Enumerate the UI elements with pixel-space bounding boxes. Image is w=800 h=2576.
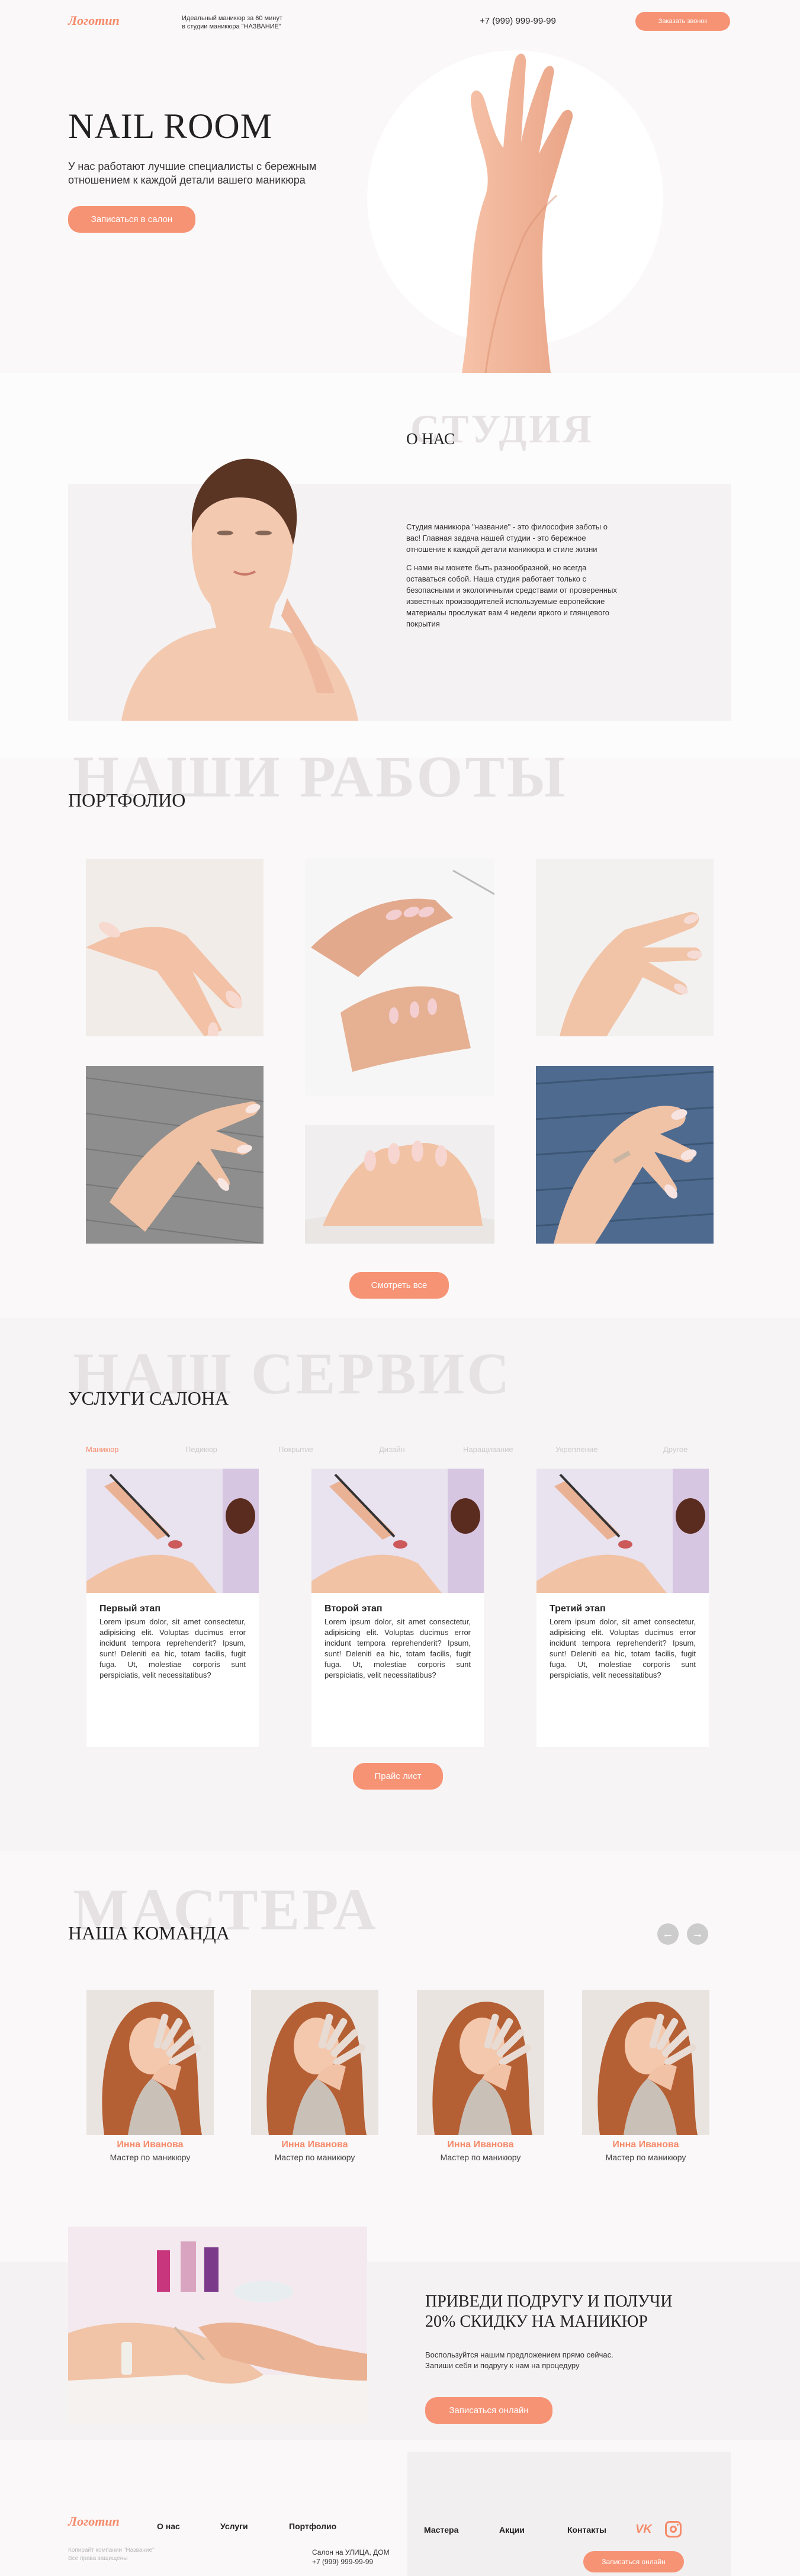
promo-title: ПРИВЕДИ ПОДРУГУ И ПОЛУЧИ 20% СКИДКУ НА М… bbox=[425, 2292, 672, 2332]
master-name: Инна Иванова bbox=[281, 2140, 348, 2150]
call-button[interactable]: Заказать звонок bbox=[635, 12, 730, 31]
about-woman-image bbox=[121, 444, 358, 721]
footer-copyright-line-1: Копирайт компании "Название" bbox=[68, 2547, 155, 2553]
team-next-arrow[interactable]: → bbox=[687, 1923, 708, 1945]
footer-nav-masters[interactable]: Мастера bbox=[424, 2525, 458, 2535]
instagram-icon[interactable] bbox=[665, 2521, 682, 2538]
footer-nav-services[interactable]: Услуги bbox=[220, 2522, 248, 2531]
service-card-title: Первый этап bbox=[99, 1604, 160, 1614]
tab-manicure[interactable]: Маникюр bbox=[86, 1445, 118, 1454]
footer-nav-contacts[interactable]: Контакты bbox=[567, 2525, 606, 2535]
footer-address-block: Салон на УЛИЦА, ДОМ +7 (999) 999-99-99 bbox=[312, 2548, 390, 2567]
service-card-image bbox=[311, 1469, 484, 1593]
service-card-1: Первый этап Lorem ipsum dolor, sit amet … bbox=[86, 1469, 259, 1747]
service-card-2: Второй этап Lorem ipsum dolor, sit amet … bbox=[311, 1469, 484, 1747]
master-card-3[interactable]: Инна Иванова Мастер по маникюру bbox=[417, 1990, 544, 2162]
master-photo bbox=[86, 1990, 214, 2135]
service-card-text: Lorem ipsum dolor, sit amet consectetur,… bbox=[550, 1617, 696, 1679]
promo-text-line-2: Запиши себя и подругу к нам на процедуру bbox=[425, 2361, 580, 2370]
promo-text: Воспользуйтся нашим предложением прямо с… bbox=[425, 2350, 613, 2371]
portfolio-image-4[interactable] bbox=[86, 1066, 264, 1244]
master-name: Инна Иванова bbox=[612, 2140, 679, 2150]
service-card-image bbox=[536, 1469, 709, 1593]
about-paragraph-1: Студия маникюра "название" - это философ… bbox=[406, 522, 608, 554]
master-role: Мастер по маникюру bbox=[605, 2153, 686, 2162]
price-list-button[interactable]: Прайс лист bbox=[353, 1763, 443, 1790]
promo-image bbox=[68, 2227, 367, 2425]
master-name: Инна Иванова bbox=[447, 2140, 514, 2150]
promo-title-line-2: 20% СКИДКУ НА МАНИКЮР bbox=[425, 2312, 648, 2331]
service-card-text: Lorem ipsum dolor, sit amet consectetur,… bbox=[99, 1617, 246, 1679]
hero-subtitle: У нас работают лучшие специалисты с бере… bbox=[68, 160, 316, 187]
master-role: Мастер по маникюру bbox=[274, 2153, 355, 2162]
master-photo bbox=[417, 1990, 544, 2135]
tab-design[interactable]: Дизайн bbox=[379, 1445, 405, 1454]
services-title: УСЛУГИ САЛОНА bbox=[68, 1387, 229, 1409]
portfolio-image-1[interactable] bbox=[86, 859, 264, 1036]
hero-title: NAIL ROOM bbox=[68, 107, 273, 146]
about-paragraph-2: С нами вы можете быть разнообразной, но … bbox=[406, 563, 617, 628]
portfolio-view-all-button[interactable]: Смотреть все bbox=[349, 1272, 449, 1299]
master-role: Мастер по маникюру bbox=[440, 2153, 521, 2162]
master-card-1[interactable]: Инна Иванова Мастер по маникюру bbox=[86, 1990, 214, 2162]
footer-address: Салон на УЛИЦА, ДОМ bbox=[312, 2548, 390, 2556]
master-card-2[interactable]: Инна Иванова Мастер по маникюру bbox=[251, 1990, 378, 2162]
service-card-image bbox=[86, 1469, 259, 1593]
master-card-4[interactable]: Инна Иванова Мастер по маникюру bbox=[582, 1990, 709, 2162]
tab-other[interactable]: Другое bbox=[663, 1445, 687, 1454]
master-role: Мастер по маникюру bbox=[110, 2153, 191, 2162]
header-tagline-line-2: в студии маникюра "НАЗВАНИЕ" bbox=[182, 23, 281, 30]
footer-nav-portfolio[interactable]: Портфолио bbox=[289, 2522, 336, 2531]
team-prev-arrow[interactable]: ← bbox=[657, 1923, 679, 1945]
about-text: Студия маникюра "название" - это философ… bbox=[406, 521, 619, 629]
tab-coating[interactable]: Покрытие bbox=[278, 1445, 313, 1454]
footer-copyright-line-2: Все права защищены bbox=[68, 2555, 128, 2562]
vk-icon[interactable]: VK bbox=[635, 2523, 652, 2536]
service-card-title: Второй этап bbox=[325, 1604, 383, 1614]
portfolio-image-2[interactable] bbox=[305, 859, 494, 1096]
portfolio-image-5[interactable] bbox=[305, 1125, 494, 1244]
master-name: Инна Иванова bbox=[117, 2140, 184, 2150]
team-title: НАША КОМАНДА bbox=[68, 1922, 230, 1944]
header-tagline-line-1: Идеальный маникюр за 60 минут bbox=[182, 15, 282, 22]
tab-strengthening[interactable]: Укрепление bbox=[555, 1445, 597, 1454]
hero-book-button[interactable]: Записаться в салон bbox=[68, 206, 195, 233]
header-tagline: Идеальный маникюр за 60 минут в студии м… bbox=[182, 14, 282, 31]
portfolio-image-3[interactable] bbox=[536, 859, 714, 1036]
promo-title-line-1: ПРИВЕДИ ПОДРУГУ И ПОЛУЧИ bbox=[425, 2292, 673, 2311]
master-photo bbox=[582, 1990, 709, 2135]
header-phone[interactable]: +7 (999) 999-99-99 bbox=[480, 16, 556, 26]
hero-subtitle-line-2: отношением к каждой детали вашего маникю… bbox=[68, 174, 306, 186]
hero-subtitle-line-1: У нас работают лучшие специалисты с бере… bbox=[68, 160, 317, 172]
hero-hands-image bbox=[438, 47, 580, 373]
logo[interactable]: Логотип bbox=[68, 13, 120, 28]
promo-text-line-1: Воспользуйтся нашим предложением прямо с… bbox=[425, 2350, 613, 2359]
footer-copyright: Копирайт компании "Название" Все права з… bbox=[68, 2546, 155, 2563]
service-card-3: Третий этап Lorem ipsum dolor, sit amet … bbox=[536, 1469, 709, 1747]
footer-logo[interactable]: Логотип bbox=[68, 2514, 120, 2529]
tab-extension[interactable]: Наращивание bbox=[463, 1445, 513, 1454]
portfolio-title: ПОРТФОЛИО bbox=[68, 789, 186, 811]
service-card-text: Lorem ipsum dolor, sit amet consectetur,… bbox=[325, 1617, 471, 1679]
tab-pedicure[interactable]: Педикюр bbox=[185, 1445, 217, 1454]
portfolio-image-6[interactable] bbox=[536, 1066, 714, 1244]
footer-phone[interactable]: +7 (999) 999-99-99 bbox=[312, 2557, 390, 2567]
about-title: О НАС bbox=[406, 430, 455, 448]
promo-book-button[interactable]: Записаться онлайн bbox=[425, 2397, 552, 2424]
service-card-title: Третий этап bbox=[550, 1604, 606, 1614]
footer-nav-about[interactable]: О нас bbox=[157, 2522, 180, 2531]
master-photo bbox=[251, 1990, 378, 2135]
footer-book-button[interactable]: Записаться онлайн bbox=[583, 2551, 684, 2572]
footer-nav-promotions[interactable]: Акции bbox=[499, 2525, 525, 2535]
